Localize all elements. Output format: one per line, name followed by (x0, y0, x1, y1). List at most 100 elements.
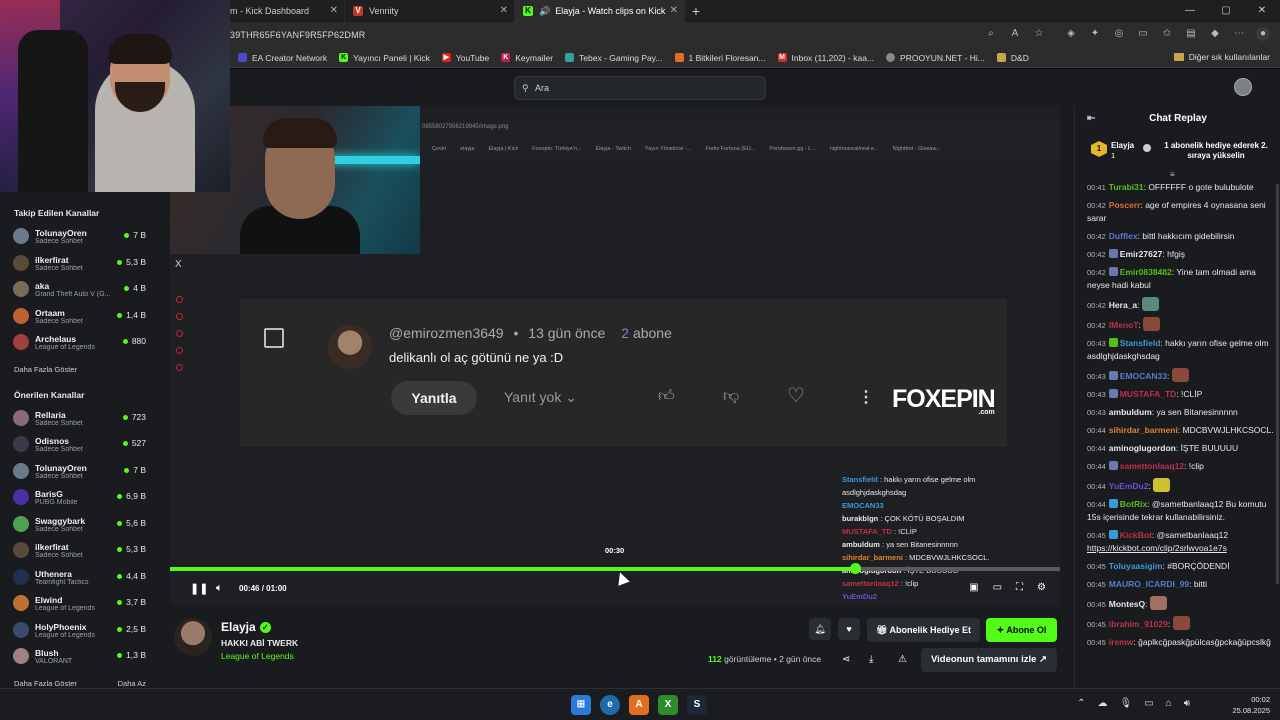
windows-start-icon[interactable]: ⊞ (571, 695, 591, 715)
xbox-icon[interactable]: X (658, 695, 678, 715)
heart-icon[interactable]: ♥ (838, 618, 860, 640)
gift-subscription-button[interactable]: 🎁︎ Abonelik Hediye Et (867, 618, 980, 642)
show-more-button[interactable]: Daha Fazla Göster (14, 365, 77, 374)
chat-username[interactable]: ambuldum (1109, 407, 1152, 417)
microphone-icon[interactable]: 🎙︎ (1119, 698, 1132, 709)
theater-icon[interactable]: ▭ (993, 582, 1002, 593)
show-more-button[interactable]: Daha Fazla Göster (14, 679, 77, 688)
taskbar-clock[interactable]: 00:02 25.08.2025 (1232, 694, 1270, 716)
edge-icon[interactable]: e (600, 695, 620, 715)
bookmark-tebex[interactable]: Tebex - Gaming Pay... (565, 53, 663, 63)
chat-username[interactable]: BotRix (1120, 499, 1147, 509)
cloud-icon[interactable]: ☁ (1097, 698, 1107, 709)
read-aloud-icon[interactable]: A (1008, 27, 1022, 41)
bookmark-ea-creator[interactable]: EA Creator Network (238, 53, 327, 63)
copilot-icon[interactable]: ● (1256, 27, 1270, 41)
watch-full-video-button[interactable]: Videonun tamamını izle ↗ (921, 648, 1057, 672)
extension-icon[interactable]: ◈ (1064, 27, 1078, 41)
channel-item[interactable]: ilkerfirat Sadece Sohbet 5,3 B (0, 251, 156, 278)
maximize-icon[interactable]: ▢ (1208, 0, 1244, 22)
chat-username[interactable]: Emir27627 (1120, 249, 1163, 259)
more-icon[interactable]: ⋯ (1232, 27, 1246, 41)
chat-username[interactable]: aminoglugordon (1109, 443, 1176, 453)
chat-username[interactable]: EMOCAN33 (1120, 371, 1167, 381)
chat-username[interactable]: KickBot (1120, 530, 1152, 540)
chat-username[interactable]: YuEmDu2 (1109, 481, 1149, 491)
channel-item[interactable]: Rellaria Sadece Sohbet 723 (0, 406, 156, 433)
chat-username[interactable]: MontesQ (1109, 599, 1145, 609)
search-input[interactable]: ⚲ Ara (514, 76, 766, 100)
chat-username[interactable]: samettonlaaq12 (1120, 461, 1184, 471)
channel-item[interactable]: Elwind League of Legends 3,7 B (0, 591, 156, 618)
channel-item[interactable]: TolunayOren Sadece Sohbet 7 B (0, 459, 156, 486)
channel-item[interactable]: aka Grand Theft Auto V (G... 4 B (0, 277, 156, 304)
chat-username[interactable]: Toluyaasigim (1109, 561, 1163, 571)
chat-username[interactable]: IMenoT (1109, 320, 1139, 330)
close-tab-icon[interactable]: ✕ (500, 5, 508, 16)
video-player[interactable]: 08558027956219945/image.png Çeviri elayja… (170, 106, 1060, 606)
zoom-icon[interactable]: ⌕ (984, 27, 998, 41)
favorites-icon[interactable]: ✩ (1160, 27, 1174, 41)
pip-icon[interactable]: ▣ (969, 582, 978, 593)
chat-username[interactable]: ibrahim_91029 (1109, 619, 1168, 629)
shield-icon[interactable]: ◆ (1208, 27, 1222, 41)
channel-item[interactable]: Archelaus League of Legends 880 (0, 330, 156, 357)
user-avatar[interactable] (1234, 78, 1252, 96)
channel-avatar[interactable] (174, 618, 212, 656)
bookmark-inbox[interactable]: M Inbox (11,202) - kaa... (777, 53, 874, 63)
chat-link[interactable]: https://kickbot.com/clip/2srlwvoa1e7s (1087, 543, 1227, 553)
channel-item[interactable]: Uthenera Teamfight Tactics 4,4 B (0, 565, 156, 592)
chat-username[interactable]: Stansfield (1120, 338, 1161, 348)
collapse-chat-icon[interactable]: ⇤ (1087, 106, 1095, 132)
split-screen-icon[interactable]: ▭ (1136, 27, 1150, 41)
channel-item[interactable]: Ortaam Sadece Sohbet 1,4 B (0, 304, 156, 331)
bookmark-floresan[interactable]: 1 Bitkileri Floresan... (674, 53, 766, 63)
url-field[interactable]: 39THR65F6YANF9R5FP62DMR (230, 30, 365, 40)
pause-icon[interactable]: ❚❚ (190, 582, 208, 595)
expand-icon[interactable]: ≡ (1170, 170, 1175, 179)
notification-bell-icon[interactable]: 🔔︎ (809, 618, 831, 640)
close-tab-icon[interactable]: ✕ (330, 5, 338, 16)
chat-username[interactable]: Turabi31 (1109, 182, 1144, 192)
display-icon[interactable]: ▭ (1144, 698, 1153, 709)
report-warning-icon[interactable]: ⚠ (898, 654, 907, 665)
channel-item[interactable]: Swaggybark Sadece Sohbet 5,6 B (0, 512, 156, 539)
download-icon[interactable]: ⤓ (869, 654, 873, 665)
volume-icon[interactable]: 🔊︎ (1184, 698, 1190, 709)
chat-username[interactable]: sihirdar_barmeni (1109, 425, 1178, 435)
follow-button[interactable]: ✦ Abone Ol (986, 618, 1057, 642)
favorite-star-icon[interactable]: ☆ (1032, 27, 1046, 41)
bookmark-kick-panel[interactable]: K Yayıncı Paneli | Kick (339, 53, 430, 63)
chat-username[interactable]: Poscerr (1109, 200, 1141, 210)
steam-icon[interactable]: S (687, 695, 707, 715)
chat-username[interactable]: Hera_a (1109, 300, 1137, 310)
profile-icon[interactable]: ◎ (1112, 27, 1126, 41)
bookmark-youtube[interactable]: ▶ YouTube (441, 53, 489, 63)
chat-username[interactable]: MAURO_ICARDI_99 (1109, 579, 1189, 589)
channel-item[interactable]: ilkerfirat Sadece Sohbet 5,3 B (0, 538, 156, 565)
share-icon[interactable]: ⋖ (842, 654, 850, 665)
channel-item[interactable]: HolyPhoenix League of Legends 2,5 B (0, 618, 156, 645)
show-less-button[interactable]: Daha Az (118, 679, 146, 688)
minimize-icon[interactable]: — (1172, 0, 1208, 22)
progress-bar[interactable] (170, 563, 1060, 574)
tab-elayja-clips[interactable]: K 🔊 Elayja - Watch clips on Kick ✕ (515, 0, 685, 22)
chat-scrollbar[interactable] (1276, 184, 1279, 584)
collections-icon[interactable]: ▤ (1184, 27, 1198, 41)
volume-icon[interactable]: 🔈︎ (216, 582, 223, 595)
chat-username[interactable]: MUSTAFA_TD (1120, 389, 1177, 399)
extensions-puzzle-icon[interactable]: ✦ (1088, 27, 1102, 41)
channel-item[interactable]: Blush VALORANT 1,3 B (0, 644, 156, 671)
settings-gear-icon[interactable]: ⚙ (1037, 582, 1046, 593)
bookmark-dnd[interactable]: D&D (996, 53, 1029, 63)
new-tab-button[interactable]: + (685, 3, 707, 19)
network-icon[interactable]: ⌂ (1166, 698, 1172, 709)
category-link[interactable]: League of Legends (221, 651, 294, 661)
tab-vennity[interactable]: V Vennity ✕ (345, 0, 515, 22)
fullscreen-icon[interactable]: ⛶ (1016, 582, 1023, 593)
channel-item[interactable]: TolunayOren Sadece Sohbet 7 B (0, 224, 156, 251)
speaker-icon[interactable]: 🔊 (539, 6, 550, 17)
app-icon[interactable]: A (629, 695, 649, 715)
bookmark-prooyun[interactable]: PROOYUN.NET - Hi... (886, 53, 985, 63)
chat-username[interactable]: Emir0838482 (1120, 267, 1172, 277)
